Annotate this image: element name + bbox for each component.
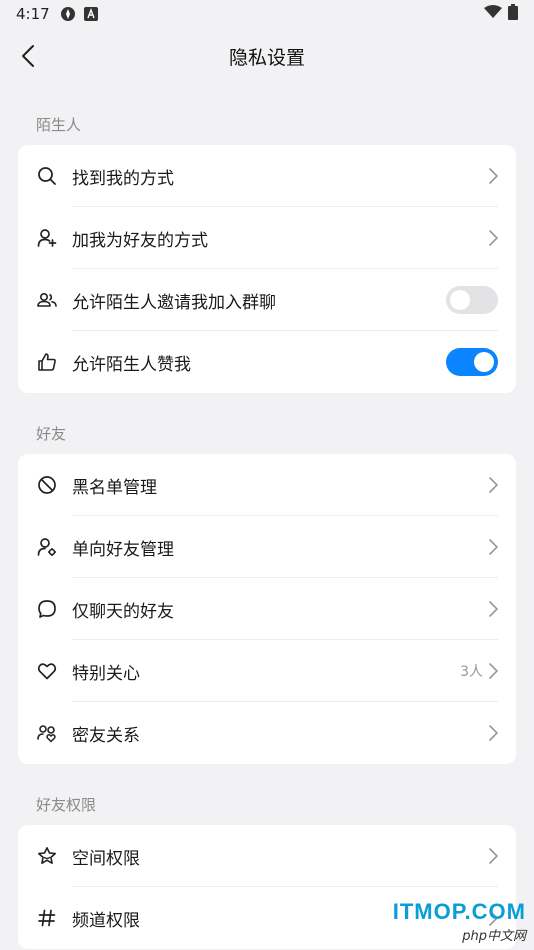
toggle-knob — [474, 352, 494, 372]
chevron-right-icon — [489, 601, 498, 617]
page-title: 隐私设置 — [228, 46, 305, 69]
row-label: 频道权限 — [72, 910, 140, 931]
chevron-right-icon — [489, 168, 498, 184]
back-button[interactable] — [12, 40, 44, 72]
chevron-right-icon — [489, 848, 498, 864]
section-label-friends: 好友 — [36, 425, 67, 443]
row-label: 允许陌生人邀请我加入群聊 — [72, 292, 276, 313]
row-label: 找到我的方式 — [72, 168, 174, 189]
chevron-right-icon — [489, 725, 498, 741]
toggle-switch-on[interactable] — [446, 348, 498, 376]
row-label: 仅聊天的好友 — [72, 601, 174, 622]
row-close-friends[interactable]: 密友关系 — [18, 702, 516, 764]
row-label: 空间权限 — [72, 848, 140, 869]
row-allow-stranger-group-invite: 允许陌生人邀请我加入群聊 — [18, 269, 516, 331]
chevron-right-icon — [489, 539, 498, 555]
hashtag-icon — [36, 907, 58, 929]
chevron-left-icon — [22, 45, 34, 67]
row-special-care[interactable]: 特别关心 3人 — [18, 640, 516, 702]
search-icon — [36, 165, 58, 187]
row-label: 特别关心 — [72, 663, 140, 684]
thumbs-up-icon — [36, 351, 58, 373]
wifi-icon — [484, 5, 502, 23]
chevron-right-icon — [489, 230, 498, 246]
user-settings-icon — [36, 536, 58, 558]
watermark-main-text: ITMOP.COM — [392, 899, 526, 924]
row-label: 允许陌生人赞我 — [72, 354, 191, 375]
row-label: 黑名单管理 — [72, 477, 157, 498]
row-find-me-methods[interactable]: 找到我的方式 — [18, 145, 516, 207]
heart-icon — [36, 660, 58, 682]
block-icon — [36, 474, 58, 496]
card-strangers: 找到我的方式 加我为好友的方式 允许陌生人邀请我加入群聊 允许陌生人赞我 — [18, 145, 516, 393]
section-label-friend-permissions: 好友权限 — [36, 796, 97, 814]
row-label: 加我为好友的方式 — [72, 230, 208, 251]
card-friends: 黑名单管理 单向好友管理 仅聊天的好友 特别关心 3人 密友关系 — [18, 454, 516, 764]
chevron-right-icon — [489, 663, 498, 679]
row-one-way-friends[interactable]: 单向好友管理 — [18, 516, 516, 578]
special-care-count: 3人 — [460, 664, 483, 680]
toggle-knob — [450, 290, 470, 310]
row-chat-only-friends[interactable]: 仅聊天的好友 — [18, 578, 516, 640]
nav-bar: 隐私设置 — [0, 28, 534, 84]
watermark: ITMOP.COM php中文网 — [393, 899, 526, 944]
watermark-sub-text: php中文网 — [462, 929, 526, 944]
row-add-friend-methods[interactable]: 加我为好友的方式 — [18, 207, 516, 269]
status-time: 4:17 — [16, 5, 50, 23]
app-notification-icon — [60, 6, 76, 22]
section-label-strangers: 陌生人 — [36, 116, 82, 134]
chat-bubble-icon — [36, 598, 58, 620]
group-icon — [36, 289, 58, 311]
row-label: 密友关系 — [72, 725, 140, 746]
row-allow-stranger-like: 允许陌生人赞我 — [18, 331, 516, 393]
font-app-icon — [83, 7, 98, 21]
toggle-switch-off[interactable] — [446, 286, 498, 314]
status-bar: 4:17 — [0, 0, 534, 28]
close-friends-icon — [36, 722, 58, 744]
row-blacklist[interactable]: 黑名单管理 — [18, 454, 516, 516]
battery-icon — [508, 4, 518, 24]
row-space-permissions[interactable]: 空间权限 — [18, 825, 516, 887]
add-user-icon — [36, 227, 58, 249]
chevron-right-icon — [489, 477, 498, 493]
row-label: 单向好友管理 — [72, 539, 174, 560]
star-outline-icon — [36, 845, 58, 867]
